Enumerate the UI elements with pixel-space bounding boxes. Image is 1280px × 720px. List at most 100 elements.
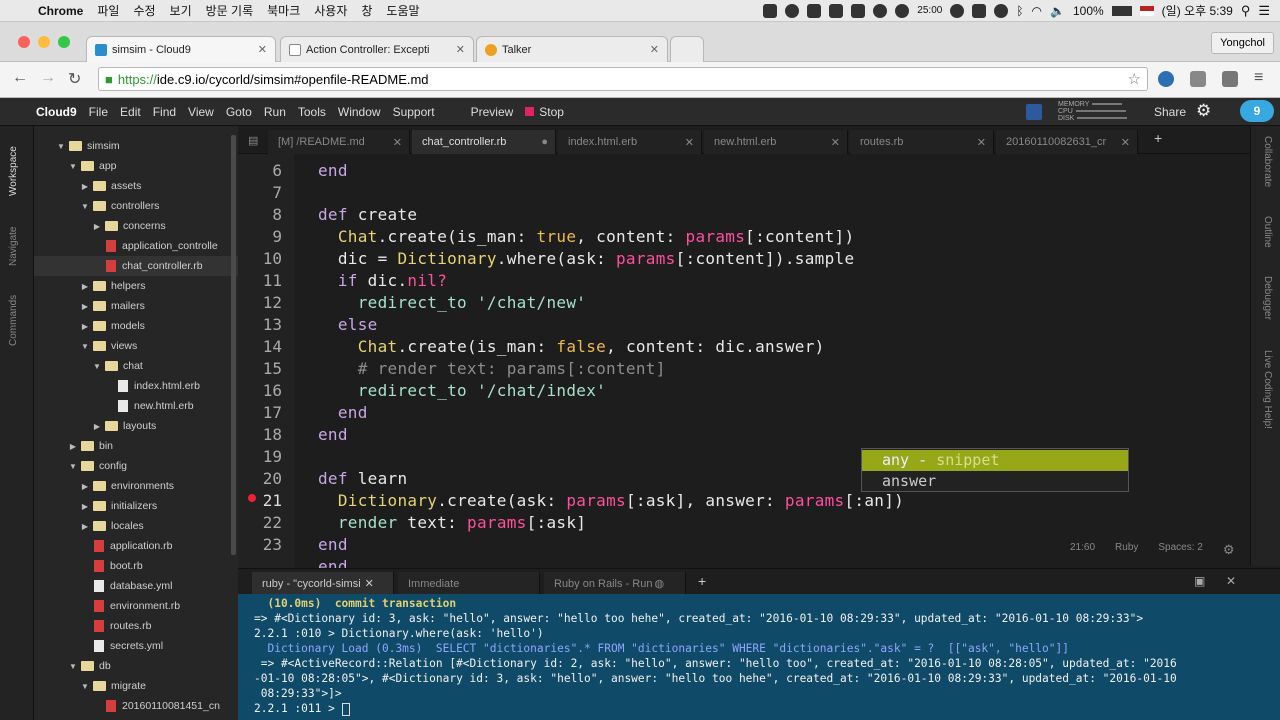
tab-live-coding-help[interactable]: Live Coding Help! [1262,350,1273,429]
tree-folder[interactable]: ▶ models [34,316,238,336]
tab-close-icon[interactable]: ● [541,136,548,148]
caret-right-icon[interactable]: ▶ [80,322,90,331]
monitor-icon[interactable] [972,3,987,18]
app-icon[interactable] [807,3,822,18]
tree-folder[interactable]: ▶ mailers [34,296,238,316]
c9-menu-tools[interactable]: Tools [298,105,326,119]
tree-file[interactable]: boot.rb [34,556,238,576]
new-tab-button[interactable] [670,36,704,62]
cloud-icon[interactable] [785,3,800,18]
editor-tab[interactable]: [M] /README.md ✕ [268,130,410,154]
tree-folder[interactable]: ▼ db [34,656,238,676]
tree-folder[interactable]: ▶ assets [34,176,238,196]
menu-edit[interactable]: 수정 [133,2,155,19]
tree-file[interactable]: application.rb [34,536,238,556]
browser-tab[interactable]: Action Controller: Excepti ✕ [280,36,474,62]
bluetooth-icon[interactable]: ᛒ [1016,4,1023,18]
tree-file[interactable]: environment.rb [34,596,238,616]
c9-menu-file[interactable]: File [89,105,108,119]
cast-extension-icon[interactable] [1222,71,1238,87]
timemachine-icon[interactable] [994,3,1009,18]
flag-icon[interactable] [1139,5,1154,16]
caret-right-icon[interactable]: ▶ [80,502,90,511]
tab-close-icon[interactable]: ✕ [650,43,659,56]
tree-file[interactable]: database.yml [34,576,238,596]
caret-right-icon[interactable]: ▶ [92,422,102,431]
clock-label[interactable]: (일) 오후 5:39 [1162,2,1233,19]
profile-button[interactable]: Yongchol [1211,32,1274,54]
c9-menu-edit[interactable]: Edit [120,105,141,119]
tree-file[interactable]: new.html.erb [34,396,238,416]
tools-icon[interactable] [829,3,844,18]
tree-folder[interactable]: ▶ environments [34,476,238,496]
tab-close-icon[interactable]: ✕ [685,136,694,149]
tab-navigate[interactable]: Navigate [8,227,19,266]
tree-file[interactable]: chat_controller.rb [34,256,238,276]
caret-down-icon[interactable]: ▼ [68,462,78,471]
share-button[interactable]: Share [1154,105,1186,119]
close-window-icon[interactable] [18,36,30,48]
menu-window[interactable]: 창 [361,2,372,19]
tree-folder[interactable]: ▶ helpers [34,276,238,296]
caret-right-icon[interactable]: ▶ [68,442,78,451]
caret-down-icon[interactable]: ▼ [80,342,90,351]
caret-down-icon[interactable]: ▼ [56,142,66,151]
tab-workspace[interactable]: Workspace [8,146,19,196]
menu-history[interactable]: 방문 기록 [206,2,254,19]
tab-commands[interactable]: Commands [8,295,19,346]
sync-icon[interactable] [873,3,888,18]
tree-file[interactable]: index.html.erb [34,376,238,396]
caret-down-icon[interactable]: ▼ [68,662,78,671]
screenshot-extension-icon[interactable] [1190,71,1206,87]
autocomplete-item[interactable]: answer [862,471,1128,492]
minimize-window-icon[interactable] [38,36,50,48]
c9-menu-view[interactable]: View [188,105,214,119]
tree-folder[interactable]: ▼ simsim [34,136,238,156]
browser-tab[interactable]: Talker ✕ [476,36,668,62]
tree-folder[interactable]: ▶ bin [34,436,238,456]
c9-menu-goto[interactable]: Goto [226,105,252,119]
tree-file[interactable]: 20160110081451_cn [34,696,238,716]
menu-bookmarks[interactable]: 북마크 [267,2,300,19]
tree-folder[interactable]: ▼ config [34,456,238,476]
preview-button[interactable]: Preview [471,105,514,119]
cloud9-home-icon[interactable]: 9 [1240,100,1274,122]
reload-icon[interactable]: ↻ [68,69,81,89]
tree-folder[interactable]: ▶ locales [34,516,238,536]
close-console-icon[interactable]: ✕ [1226,574,1236,588]
console-tab[interactable]: ruby - "cycorld-simsi ✕ [252,572,394,595]
tab-close-icon[interactable]: ✕ [456,43,465,56]
menu-help[interactable]: 도움말 [386,2,419,19]
back-icon[interactable]: ← [12,69,28,87]
caret-down-icon[interactable]: ▼ [80,202,90,211]
caret-down-icon[interactable]: ▼ [68,162,78,171]
tree-folder[interactable]: ▼ controllers [34,196,238,216]
editor-tab[interactable]: chat_controller.rb ● [412,130,556,154]
settings-gear-icon[interactable]: ⚙ [1196,101,1211,121]
forward-icon[interactable]: → [40,69,56,87]
code-editor[interactable]: 6 7 8 9 10 11 12 13 14 15 16 17 18 19 20 21 22 23 end def… [238,154,1250,568]
url-bar[interactable]: ■ https:// ide.c9.io/cycorld/simsim#open… [98,67,1148,91]
zoom-window-icon[interactable] [58,36,70,48]
error-marker-icon[interactable] [248,494,256,502]
tab-close-icon[interactable]: ✕ [393,136,402,149]
browser-tab[interactable]: simsim - Cloud9 ✕ [86,36,276,62]
console-tab[interactable]: Ruby on Rails - Run ◍ [544,572,686,595]
menu-people[interactable]: 사용자 [314,2,347,19]
indent-setting[interactable]: Spaces: 2 [1158,542,1202,558]
c9-menu-run[interactable]: Run [264,105,286,119]
menu-file[interactable]: 파일 [97,2,119,19]
caret-right-icon[interactable]: ▶ [80,182,90,191]
tab-close-icon[interactable]: ✕ [977,136,986,149]
tab-close-icon[interactable]: ✕ [365,577,374,590]
tab-outline[interactable]: Outline [1262,216,1273,248]
caret-right-icon[interactable]: ▶ [80,302,90,311]
list-icon[interactable]: ☰ [1258,3,1270,19]
tab-close-icon[interactable]: ✕ [831,136,840,149]
stop-button[interactable]: Stop [539,105,564,119]
tree-folder[interactable]: ▼ views [34,336,238,356]
tab-collaborate[interactable]: Collaborate [1262,136,1273,187]
timer-icon[interactable] [895,3,910,18]
battery-label[interactable]: 100% [1073,4,1104,18]
editor-tab[interactable]: new.html.erb ✕ [704,130,848,154]
